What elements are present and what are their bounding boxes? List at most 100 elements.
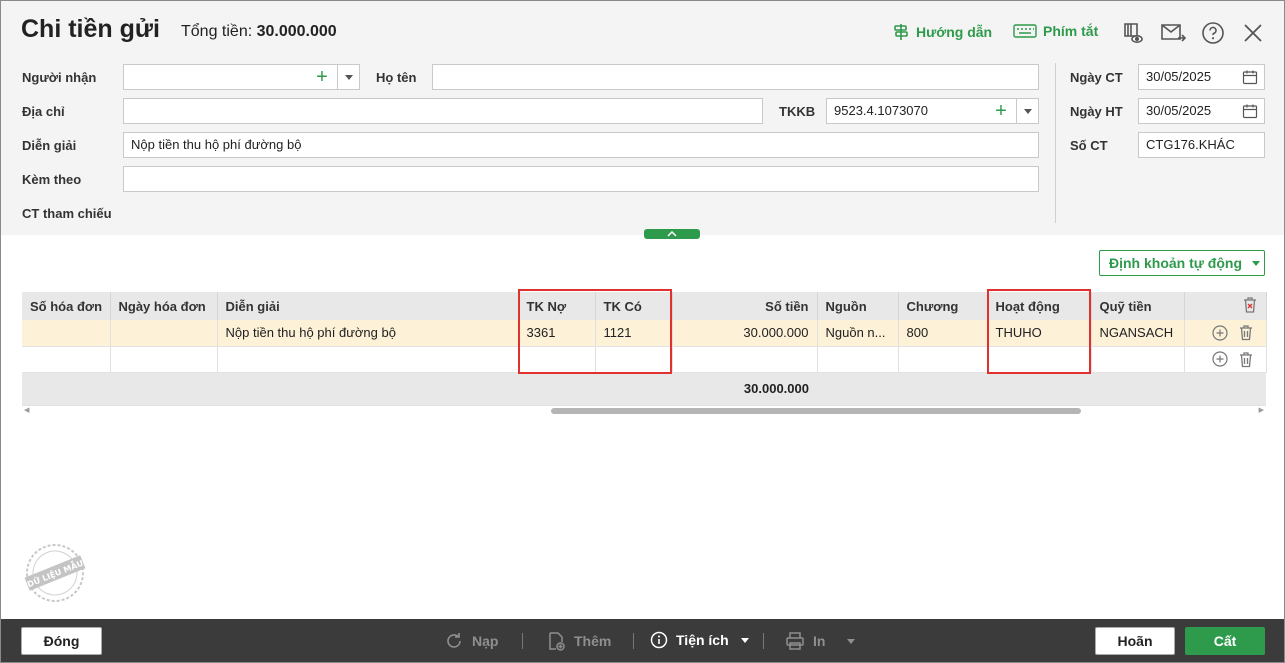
- col-source[interactable]: Nguồn: [817, 292, 899, 320]
- fullname-input[interactable]: [432, 64, 1039, 90]
- cell-description[interactable]: [217, 346, 519, 373]
- chevron-down-icon: [740, 637, 749, 643]
- cell-chapter[interactable]: [898, 346, 988, 373]
- recipient-combo[interactable]: +: [123, 64, 360, 90]
- add-tkkb-icon[interactable]: +: [990, 99, 1012, 123]
- cell-description[interactable]: Nộp tiền thu hộ phí đường bộ: [217, 320, 519, 347]
- tkkb-dropdown-icon[interactable]: [1016, 99, 1038, 123]
- cell-fund[interactable]: [1091, 346, 1185, 373]
- shortcut-label: Phím tắt: [1043, 23, 1099, 39]
- tkkb-combo[interactable]: 9523.4.1073070 +: [826, 98, 1039, 124]
- recipient-dropdown-icon[interactable]: [337, 65, 359, 89]
- highlight-activity-box: [987, 289, 1091, 374]
- col-invoice-no[interactable]: Số hóa đơn: [22, 292, 111, 320]
- collapse-header-toggle[interactable]: [644, 229, 700, 239]
- address-input[interactable]: [123, 98, 763, 124]
- voucher-window: Chi tiền gửi Tổng tiền: 30.000.000 Hướng…: [0, 0, 1285, 663]
- reload-button[interactable]: Nạp: [444, 631, 498, 651]
- keyboard-icon: [1013, 24, 1037, 38]
- col-invoice-date[interactable]: Ngày hóa đơn: [110, 292, 218, 320]
- print-label: In: [813, 633, 826, 649]
- delete-all-icon[interactable]: [1242, 296, 1258, 314]
- auto-entry-button[interactable]: Định khoản tự động: [1099, 250, 1265, 276]
- add-row-icon[interactable]: [1211, 351, 1228, 367]
- add-button[interactable]: Thêm: [546, 631, 611, 651]
- col-description[interactable]: Diễn giải: [217, 292, 519, 320]
- cell-row-actions: [1184, 346, 1267, 373]
- total-label: Tổng tiền:: [181, 23, 253, 40]
- add-row-icon[interactable]: [1211, 325, 1228, 341]
- cell-invoice-date[interactable]: [110, 346, 218, 373]
- col-fund[interactable]: Quỹ tiền: [1091, 292, 1185, 320]
- close-button[interactable]: Đóng: [21, 627, 102, 655]
- close-icon: [1244, 24, 1262, 42]
- help-circle-icon: [1202, 22, 1224, 44]
- delete-row-icon[interactable]: [1238, 324, 1254, 341]
- horizontal-scrollbar[interactable]: ◀ ▶: [22, 406, 1266, 416]
- recipient-label: Người nhận: [22, 70, 97, 85]
- post-date-input[interactable]: 30/05/2025: [1138, 98, 1265, 124]
- reload-icon: [447, 633, 461, 648]
- total-amount: Tổng tiền: 30.000.000: [181, 23, 337, 41]
- footer-toolbar: Đóng Nạp Thêm Tiện ích In Hoãn Cất: [1, 619, 1284, 662]
- total-row: 30.000.000: [22, 372, 1266, 406]
- reload-label: Nạp: [472, 633, 499, 649]
- view-button[interactable]: [1120, 20, 1146, 46]
- print-button[interactable]: In: [785, 631, 856, 651]
- add-document-icon: [549, 632, 565, 651]
- chevron-up-icon: [667, 231, 677, 237]
- scroll-left-icon[interactable]: ◀: [24, 406, 29, 414]
- fullname-label: Họ tên: [376, 70, 417, 85]
- tkkb-label: TKKB: [779, 104, 816, 119]
- doc-date-input[interactable]: 30/05/2025: [1138, 64, 1265, 90]
- scrollbar-thumb[interactable]: [551, 408, 1081, 414]
- cell-amount[interactable]: 30.000.000: [672, 320, 818, 347]
- header-area: Chi tiền gửi Tổng tiền: 30.000.000 Hướng…: [1, 1, 1284, 235]
- utilities-button[interactable]: Tiện ích: [650, 631, 749, 649]
- help-button[interactable]: [1200, 20, 1226, 46]
- mail-send-icon: [1161, 24, 1186, 42]
- attachment-label: Kèm theo: [22, 172, 82, 187]
- printer-icon: [786, 632, 804, 650]
- guide-link[interactable]: Hướng dẫn: [892, 23, 992, 41]
- save-button[interactable]: Cất: [1185, 627, 1265, 655]
- chevron-down-icon: [1252, 260, 1261, 266]
- info-icon: [650, 631, 668, 649]
- delete-row-icon[interactable]: [1238, 351, 1254, 368]
- cell-chapter[interactable]: 800: [898, 320, 988, 347]
- book-eye-icon: [1124, 23, 1143, 44]
- cell-source[interactable]: Nguồn n...: [817, 320, 899, 347]
- cell-invoice-no[interactable]: [22, 346, 111, 373]
- post-date-value: 30/05/2025: [1146, 103, 1212, 118]
- doc-no-input[interactable]: CTG176.KHÁC: [1138, 132, 1265, 158]
- calendar-icon[interactable]: [1242, 69, 1258, 85]
- guide-label: Hướng dẫn: [916, 24, 993, 40]
- signpost-icon: [894, 24, 908, 40]
- doc-no-label: Số CT: [1070, 138, 1108, 153]
- close-window-button[interactable]: [1240, 20, 1266, 46]
- add-recipient-icon[interactable]: +: [311, 65, 333, 89]
- scroll-right-icon[interactable]: ▶: [1259, 406, 1264, 414]
- col-chapter[interactable]: Chương: [898, 292, 988, 320]
- sample-data-stamp: DỮ LIỆU MẪU: [24, 544, 86, 602]
- calendar-icon[interactable]: [1242, 103, 1258, 119]
- description-input[interactable]: Nộp tiền thu hộ phí đường bộ: [123, 132, 1039, 158]
- cell-invoice-date[interactable]: [110, 320, 218, 347]
- reference-label: CT tham chiếu: [22, 206, 112, 221]
- cell-invoice-no[interactable]: [22, 320, 111, 347]
- cancel-button[interactable]: Hoãn: [1095, 627, 1175, 655]
- col-amount[interactable]: Số tiền: [672, 292, 818, 320]
- cell-fund[interactable]: NGANSACH: [1091, 320, 1185, 347]
- tkkb-value: 9523.4.1073070: [834, 103, 928, 118]
- cell-row-actions: [1184, 320, 1267, 347]
- cell-source[interactable]: [817, 346, 899, 373]
- shortcut-link[interactable]: Phím tắt: [1013, 23, 1098, 39]
- add-label: Thêm: [574, 633, 612, 649]
- address-label: Địa chỉ: [22, 104, 65, 119]
- email-button[interactable]: [1160, 20, 1186, 46]
- form-divider: [1055, 63, 1056, 223]
- doc-date-label: Ngày CT: [1070, 70, 1123, 85]
- stamp-text: DỮ LIỆU MẪU: [25, 556, 85, 589]
- attachment-input[interactable]: [123, 166, 1039, 192]
- cell-amount[interactable]: [672, 346, 818, 373]
